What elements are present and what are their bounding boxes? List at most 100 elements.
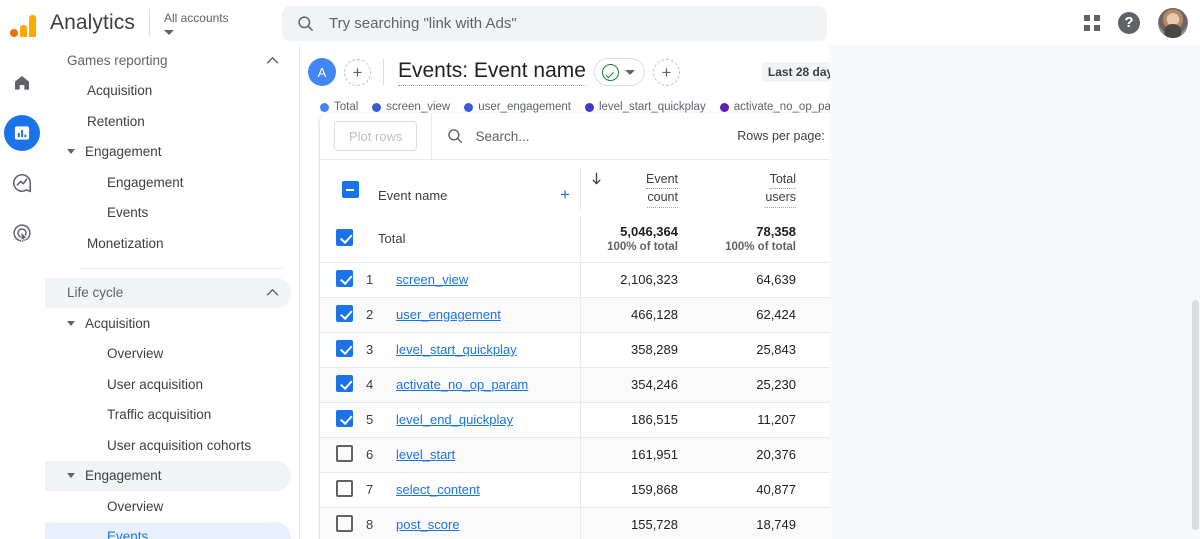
table-search[interactable]: Search... <box>446 127 530 145</box>
legend-item[interactable]: screen_view <box>372 101 450 113</box>
row-metric-1: 11,207 <box>692 402 810 438</box>
chevron-up-icon[interactable] <box>266 285 279 300</box>
brand-title: Analytics <box>50 10 135 34</box>
row-checkbox[interactable] <box>336 374 353 392</box>
row-metric-1: 25,843 <box>692 332 810 368</box>
legend-swatch <box>372 102 382 112</box>
sidebar-item-life-cycle-7[interactable]: Life cycle <box>45 277 291 308</box>
legend-label: user_engagement <box>478 101 571 113</box>
rail-item-advertising[interactable] <box>4 215 40 251</box>
plot-rows-button[interactable]: Plot rows <box>334 121 418 151</box>
rail-item-home[interactable] <box>4 65 40 101</box>
event-name-link[interactable]: user_engagement <box>396 307 501 322</box>
sidebar-item-events-15[interactable]: Events <box>45 521 291 539</box>
chevron-down-icon <box>163 29 174 35</box>
row-name-cell[interactable]: post_score <box>396 507 580 539</box>
row-name-cell[interactable]: level_start_quickplay <box>396 332 580 368</box>
segment-badge[interactable]: A <box>308 58 336 86</box>
add-comparison-button[interactable]: + <box>652 58 680 86</box>
sidebar-item-engagement-4[interactable]: Engagement <box>45 167 291 198</box>
total-metric-1: 78,358 100% of total <box>692 216 810 263</box>
sidebar-item-games-reporting-0[interactable]: Games reporting <box>45 45 291 76</box>
sidebar-item-label: Engagement <box>107 174 184 190</box>
rail-item-reports[interactable] <box>4 115 40 151</box>
row-checkbox-cell <box>320 437 364 473</box>
sort-arrow-icon[interactable] <box>580 171 603 204</box>
apps-grid-icon[interactable] <box>1084 14 1100 31</box>
header-divider <box>148 9 150 36</box>
row-metric-1: 62,424 <box>692 297 810 333</box>
sidebar-item-acquisition-1[interactable]: Acquisition <box>45 76 291 107</box>
row-checkbox-cell <box>320 216 364 263</box>
sidebar-item-engagement-3[interactable]: Engagement <box>45 137 291 168</box>
row-name-cell[interactable]: user_engagement <box>396 297 580 333</box>
sidebar-item-user-acquisition-cohorts-12[interactable]: User acquisition cohorts <box>45 430 291 461</box>
row-checkbox[interactable] <box>336 269 353 287</box>
metric-header-line2: count <box>647 189 678 208</box>
page-scrollbar[interactable] <box>1192 300 1199 530</box>
row-name-cell[interactable]: screen_view <box>396 262 580 298</box>
row-metric-1: 18,749 <box>692 507 810 539</box>
total-label: Total <box>364 216 580 263</box>
analytics-logo-icon <box>10 9 44 37</box>
sidebar-item-label: Traffic acquisition <box>107 407 212 423</box>
row-checkbox-cell <box>320 507 364 539</box>
metric-header-event-count[interactable]: Event count <box>580 160 692 216</box>
total-metric-0: 5,046,364 100% of total <box>580 216 692 263</box>
sidebar-nav: Games reporting Acquisition Retention Engag… <box>45 45 300 539</box>
row-name-cell[interactable]: activate_no_op_param <box>396 367 580 403</box>
legend-swatch <box>719 102 729 112</box>
legend-item[interactable]: Total <box>320 101 358 113</box>
sidebar-item-engagement-13[interactable]: Engagement <box>45 460 291 491</box>
row-checkbox[interactable] <box>336 339 353 357</box>
dimension-header-label: Event name <box>378 188 448 203</box>
row-checkbox[interactable] <box>336 444 353 462</box>
row-checkbox[interactable] <box>336 409 353 427</box>
global-search[interactable]: Try searching "link with Ads" <box>282 6 827 41</box>
sidebar-item-overview-9[interactable]: Overview <box>45 339 291 370</box>
legend-item[interactable]: level_start_quickplay <box>584 101 706 113</box>
event-name-link[interactable]: post_score <box>396 517 460 532</box>
sidebar-item-overview-14[interactable]: Overview <box>45 491 291 522</box>
sidebar-item-monetization-6[interactable]: Monetization <box>45 228 291 259</box>
page-title: Events: Event name <box>398 59 586 86</box>
add-segment-button[interactable]: + <box>344 58 371 86</box>
rail-item-explore[interactable] <box>4 165 40 201</box>
sidebar-item-label: Acquisition <box>87 83 153 99</box>
dimension-header[interactable]: Event name + <box>364 160 580 216</box>
row-name-cell[interactable]: level_start <box>396 437 580 473</box>
account-selector[interactable]: All accounts <box>163 11 233 35</box>
row-checkbox[interactable] <box>336 304 353 322</box>
row-metric-0: 358,289 <box>580 332 692 368</box>
help-icon[interactable]: ? <box>1118 11 1140 34</box>
sidebar-item-events-5[interactable]: Events <box>45 198 291 229</box>
row-name-cell[interactable]: level_end_quickplay <box>396 402 580 438</box>
explore-icon <box>13 173 32 193</box>
event-name-link[interactable]: select_content <box>396 482 480 497</box>
row-checkbox[interactable] <box>336 228 353 246</box>
event-name-link[interactable]: level_start_quickplay <box>396 342 517 357</box>
sidebar-item-traffic-acquisition-11[interactable]: Traffic acquisition <box>45 400 291 431</box>
sidebar-item-user-acquisition-10[interactable]: User acquisition <box>45 369 291 400</box>
metric-header-total-users[interactable]: Total users <box>692 160 810 216</box>
event-name-link[interactable]: level_end_quickplay <box>396 412 513 427</box>
sidebar-item-acquisition-8[interactable]: Acquisition <box>45 308 291 339</box>
legend-item[interactable]: user_engagement <box>464 101 571 113</box>
event-name-link[interactable]: screen_view <box>396 272 468 287</box>
row-index: 4 <box>364 367 396 403</box>
avatar[interactable] <box>1158 7 1188 38</box>
legend-swatch <box>320 102 329 112</box>
row-metric-0: 159,868 <box>580 472 692 508</box>
row-checkbox[interactable] <box>336 514 353 532</box>
row-name-cell[interactable]: select_content <box>396 472 580 508</box>
search-icon <box>448 129 463 144</box>
select-all-checkbox[interactable] <box>341 181 359 198</box>
row-checkbox[interactable] <box>336 479 353 497</box>
chevron-up-icon[interactable] <box>266 53 279 68</box>
event-name-link[interactable]: activate_no_op_param <box>396 377 528 392</box>
event-name-link[interactable]: level_start <box>396 447 455 462</box>
comparison-chip[interactable] <box>593 58 645 86</box>
caret-down-icon <box>67 473 75 479</box>
add-dimension-icon[interactable]: + <box>560 185 570 205</box>
sidebar-item-retention-2[interactable]: Retention <box>45 106 291 137</box>
